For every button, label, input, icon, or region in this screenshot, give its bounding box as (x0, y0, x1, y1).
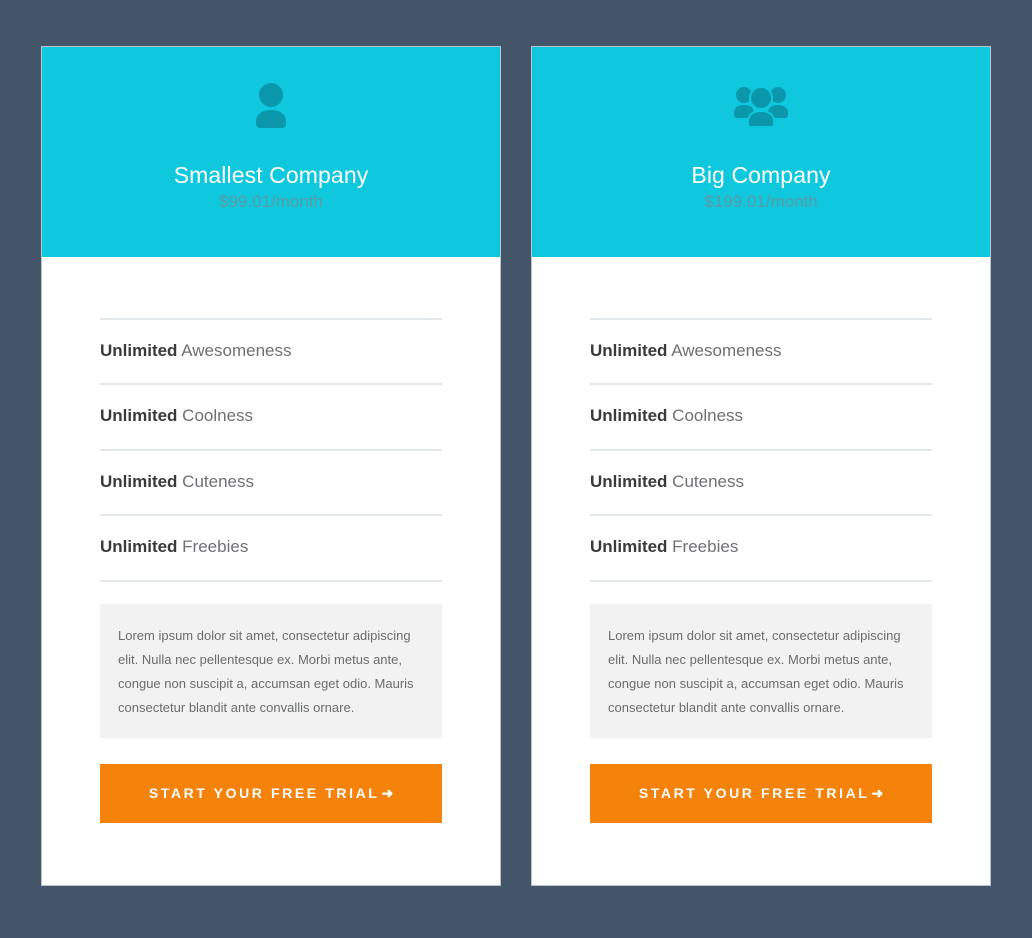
feature-quantity: Unlimited (590, 471, 668, 491)
list-item: Unlimited Coolness (100, 383, 442, 448)
feature-quantity: Unlimited (590, 537, 668, 557)
feature-quantity: Unlimited (590, 406, 668, 426)
cta-label: Start Your Free Trial (148, 784, 380, 801)
list-item: Unlimited Awesomeness (100, 318, 442, 383)
pricing-card-smallest-company: Smallest Company $99.01/month Unlimited … (41, 46, 501, 886)
arrow-right-icon: ➜ (871, 784, 884, 801)
feature-label: Freebies (667, 537, 739, 557)
card-body: Unlimited Awesomeness Unlimited Coolness… (42, 257, 500, 885)
cta-label: Start Your Free Trial (638, 784, 870, 801)
start-free-trial-button[interactable]: Start Your Free Trial ➜ (100, 763, 442, 823)
list-item: Unlimited Cuteness (100, 448, 442, 514)
list-item: Unlimited Cuteness (590, 448, 932, 514)
feature-quantity: Unlimited (100, 341, 178, 360)
pricing-table: Smallest Company $99.01/month Unlimited … (0, 0, 1032, 886)
start-free-trial-button[interactable]: Start Your Free Trial ➜ (590, 763, 932, 823)
feature-label: Freebies (177, 537, 249, 557)
card-body: Unlimited Awesomeness Unlimited Coolness… (532, 257, 990, 885)
card-header: Big Company $199.01/month (532, 47, 990, 257)
list-item: Unlimited Freebies (100, 514, 442, 582)
feature-label: Cuteness (177, 471, 254, 491)
plan-description: Lorem ipsum dolor sit amet, consectetur … (590, 603, 932, 738)
feature-quantity: Unlimited (590, 341, 668, 360)
feature-list: Unlimited Awesomeness Unlimited Coolness… (100, 257, 442, 582)
feature-label: Cuteness (667, 471, 744, 491)
plan-price: $199.01/month (704, 192, 818, 212)
feature-label: Awesomeness (177, 341, 292, 360)
list-item: Unlimited Coolness (590, 383, 932, 448)
plan-description: Lorem ipsum dolor sit amet, consectetur … (100, 603, 442, 738)
feature-quantity: Unlimited (100, 406, 178, 426)
plan-price: $99.01/month (219, 192, 323, 212)
feature-label: Coolness (667, 406, 744, 426)
feature-label: Coolness (177, 406, 254, 426)
group-users-icon (733, 73, 789, 137)
feature-quantity: Unlimited (100, 537, 178, 557)
feature-quantity: Unlimited (100, 471, 178, 491)
plan-name: Smallest Company (173, 162, 369, 188)
list-item: Unlimited Freebies (590, 514, 932, 582)
list-item: Unlimited Awesomeness (590, 318, 932, 383)
single-user-icon (250, 73, 292, 137)
feature-list: Unlimited Awesomeness Unlimited Coolness… (590, 257, 932, 582)
arrow-right-icon: ➜ (381, 784, 394, 801)
plan-name: Big Company (691, 162, 831, 188)
feature-label: Awesomeness (667, 341, 782, 360)
card-header: Smallest Company $99.01/month (42, 47, 500, 257)
pricing-card-big-company: Big Company $199.01/month Unlimited Awes… (531, 46, 991, 886)
